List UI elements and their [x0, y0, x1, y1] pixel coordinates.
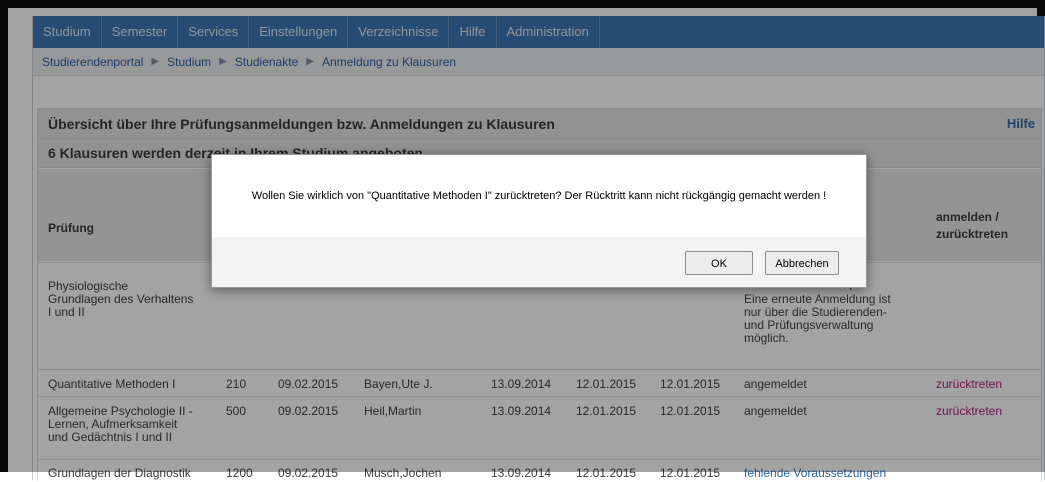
cancel-button[interactable]: Abbrechen — [765, 251, 839, 275]
confirm-dialog: Wollen Sie wirklich von "Quantitative Me… — [211, 154, 867, 288]
dialog-footer: OK Abbrechen — [212, 237, 866, 287]
dialog-message: Wollen Sie wirklich von "Quantitative Me… — [212, 155, 866, 238]
ok-button[interactable]: OK — [685, 251, 753, 275]
